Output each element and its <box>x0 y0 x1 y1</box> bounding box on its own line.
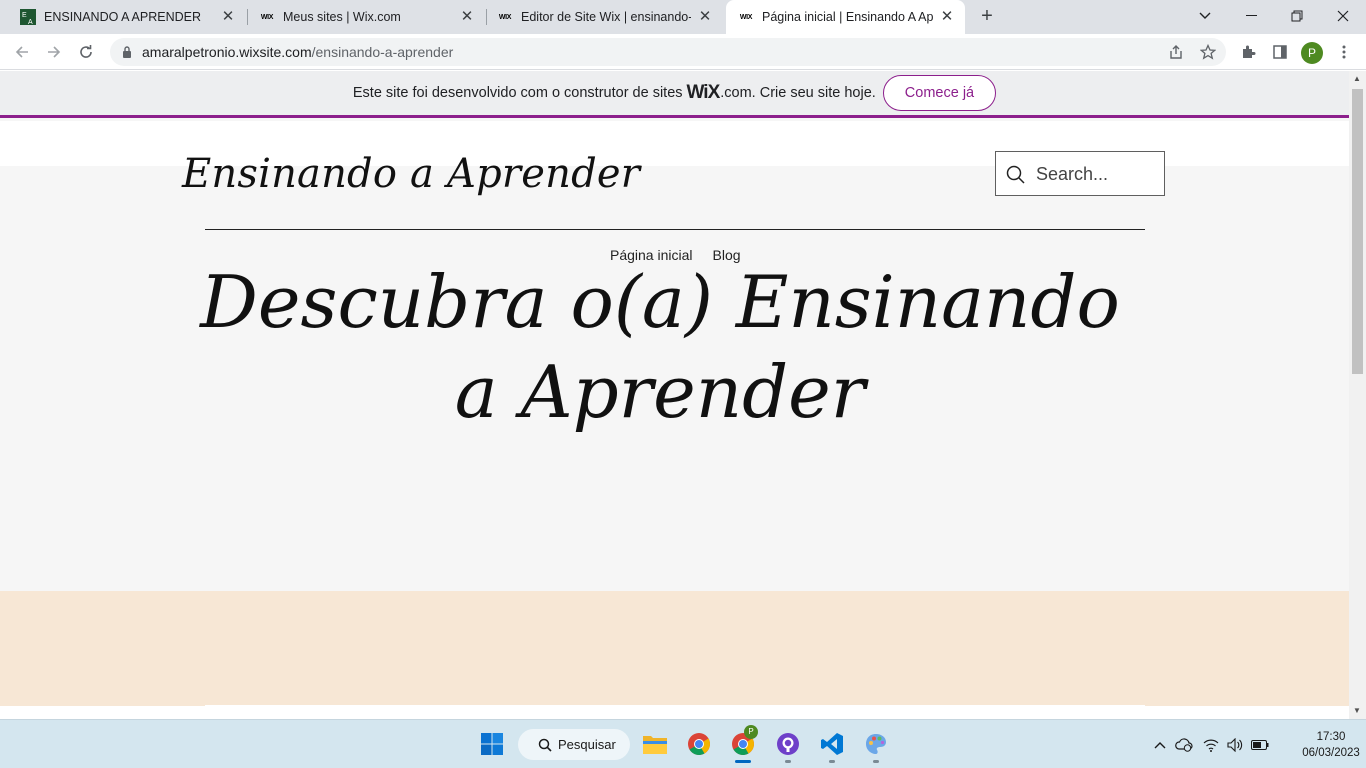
url-text: amaralpetronio.wixsite.com/ensinando-a-a… <box>142 44 453 60</box>
close-icon <box>1337 10 1349 22</box>
clock-time: 17:30 <box>1316 731 1346 743</box>
chevron-up-icon[interactable] <box>1151 736 1169 754</box>
profile-badge: P <box>744 725 758 739</box>
minimize-button[interactable] <box>1228 0 1274 32</box>
tab-title: ENSINANDO A APRENDER <box>44 10 201 24</box>
close-icon[interactable]: ✕ <box>939 9 955 25</box>
search-input[interactable] <box>1036 162 1156 186</box>
tab-search-button[interactable] <box>1182 0 1228 32</box>
more-menu-icon[interactable] <box>1334 42 1354 62</box>
taskbar-search[interactable]: Pesquisar <box>518 729 630 760</box>
site-title[interactable]: Ensinando a Aprender <box>182 151 640 197</box>
wifi-icon[interactable] <box>1202 736 1220 754</box>
restore-icon <box>1291 10 1303 22</box>
search-icon <box>1006 165 1026 190</box>
star-icon[interactable] <box>1198 42 1218 62</box>
scroll-down-icon[interactable]: ▼ <box>1353 706 1361 715</box>
wix-ad-banner: Este site foi desenvolvido com o constru… <box>0 71 1349 118</box>
arrow-right-icon <box>48 46 61 58</box>
taskbar: Pesquisar P 17:30 06/03/2023 <box>0 719 1366 768</box>
close-window-button[interactable] <box>1320 0 1366 32</box>
paint-icon[interactable] <box>862 730 890 758</box>
tab-title: Meus sites | Wix.com <box>283 10 401 24</box>
running-app-indicator <box>873 760 879 763</box>
system-clock[interactable]: 17:30 06/03/2023 <box>1302 729 1360 761</box>
running-app-indicator <box>829 760 835 763</box>
extensions-icon[interactable] <box>1238 42 1258 62</box>
onedrive-sync-icon[interactable] <box>1175 736 1193 754</box>
tab-title: Editor de Site Wix | ensinando-a- <box>521 10 691 24</box>
banner-text: Este site foi desenvolvido com o constru… <box>352 85 683 101</box>
file-explorer-icon[interactable] <box>641 730 669 758</box>
ea-logo-icon: EA <box>20 9 36 25</box>
lock-icon <box>122 45 132 63</box>
chevron-down-icon <box>1199 12 1211 19</box>
address-bar[interactable]: amaralpetronio.wixsite.com/ensinando-a-a… <box>110 38 1226 66</box>
battery-icon[interactable] <box>1251 736 1269 754</box>
url-host: amaralpetronio.wixsite.com <box>142 44 312 60</box>
hero-heading: Descubra o(a) Ensinando a Aprender <box>200 260 1120 434</box>
restore-button[interactable] <box>1274 0 1320 32</box>
url-path: /ensinando-a-aprender <box>311 44 454 60</box>
peach-section <box>0 591 1349 706</box>
close-icon[interactable]: ✕ <box>220 9 236 25</box>
taskbar-search-label: Pesquisar <box>558 737 616 752</box>
tab-ensinando[interactable]: EA ENSINANDO A APRENDER ✕ <box>0 0 246 34</box>
active-app-indicator <box>735 760 751 763</box>
clock-date: 06/03/2023 <box>1302 747 1360 759</box>
svg-text:E: E <box>22 12 27 19</box>
tab-meus-sites[interactable]: WIX Meus sites | Wix.com ✕ <box>239 0 485 34</box>
minimize-icon <box>1245 15 1257 16</box>
profile-avatar[interactable]: P <box>1301 42 1323 64</box>
reload-icon <box>80 45 92 58</box>
chrome-profile-icon[interactable]: P <box>729 725 758 758</box>
github-desktop-icon[interactable] <box>774 730 802 758</box>
running-app-indicator <box>785 760 791 763</box>
reload-button[interactable] <box>74 40 98 64</box>
tab-editor[interactable]: WIX Editor de Site Wix | ensinando-a- ✕ <box>477 0 723 34</box>
share-icon[interactable] <box>1166 42 1186 62</box>
close-icon[interactable]: ✕ <box>459 9 475 25</box>
forward-button[interactable] <box>42 40 66 64</box>
banner-text-after: .com. Crie seu site hoje. <box>720 85 876 101</box>
page-bottom-strip <box>0 706 1349 719</box>
page-viewport: Este site foi desenvolvido com o constru… <box>0 71 1349 706</box>
new-tab-button[interactable]: + <box>976 5 998 27</box>
site-search[interactable] <box>995 151 1165 196</box>
arrow-left-icon <box>15 46 28 58</box>
close-icon[interactable]: ✕ <box>697 9 713 25</box>
search-icon <box>538 738 552 752</box>
wix-icon: WIX <box>260 13 274 21</box>
wix-icon: WIX <box>739 13 753 21</box>
tab-title: Página inicial | Ensinando A Apre <box>762 10 933 24</box>
page-scrollbar[interactable]: ▲ ▼ <box>1349 71 1366 719</box>
windows-start-icon[interactable] <box>478 730 506 758</box>
header-divider <box>205 229 1145 230</box>
svg-text:A: A <box>28 19 33 25</box>
volume-icon[interactable] <box>1226 736 1244 754</box>
back-button[interactable] <box>10 40 34 64</box>
tab-strip: EA ENSINANDO A APRENDER ✕ WIX Meus sites… <box>0 0 1366 34</box>
wix-logo[interactable]: WiX <box>687 82 721 104</box>
chrome-icon[interactable] <box>685 730 713 758</box>
scroll-up-icon[interactable]: ▲ <box>1353 74 1361 83</box>
browser-toolbar: amaralpetronio.wixsite.com/ensinando-a-a… <box>0 34 1366 70</box>
scrollbar-thumb[interactable] <box>1352 89 1363 374</box>
vscode-icon[interactable] <box>818 730 846 758</box>
comece-ja-button[interactable]: Comece já <box>882 75 997 111</box>
wix-icon: WIX <box>498 13 512 21</box>
side-panel-icon[interactable] <box>1270 42 1290 62</box>
tab-pagina-inicial[interactable]: WIX Página inicial | Ensinando A Apre ✕ <box>726 0 965 34</box>
